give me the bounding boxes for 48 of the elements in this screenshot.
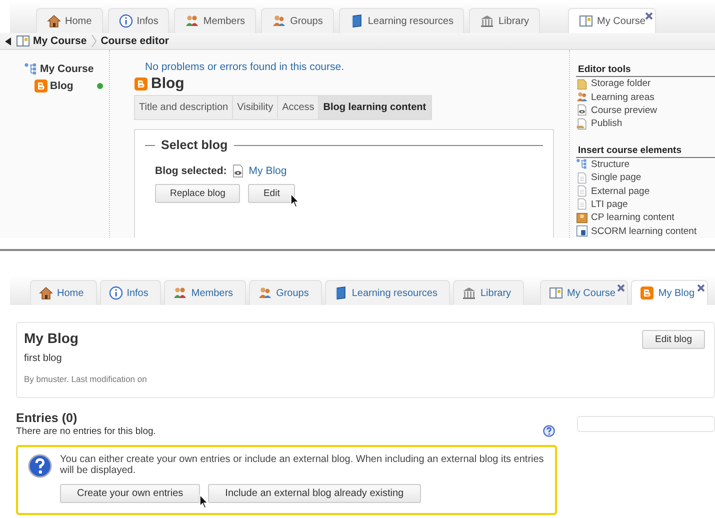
tab[interactable]: Title and description bbox=[135, 96, 234, 119]
sidebar-heading: Editor tools bbox=[576, 64, 715, 77]
fieldset-legend: Select blog bbox=[161, 138, 228, 152]
tab[interactable]: Members bbox=[174, 8, 256, 33]
tab[interactable]: Learning resources bbox=[324, 280, 450, 305]
edit-blog-button[interactable]: Edit blog bbox=[642, 330, 705, 349]
empty-message: There are no entries for this blog. bbox=[16, 426, 156, 436]
tab[interactable]: Infos bbox=[108, 8, 170, 33]
sidebar-item[interactable]: Learning areas bbox=[576, 90, 715, 104]
sidebar-item[interactable]: Course preview bbox=[576, 104, 715, 118]
sidebar-item[interactable]: External page bbox=[576, 184, 715, 198]
tab[interactable]: Home bbox=[36, 8, 103, 33]
blog-link[interactable]: My Blog bbox=[248, 165, 287, 177]
breadcrumb-link[interactable]: My Course bbox=[16, 34, 87, 48]
tab[interactable]: Learning resources bbox=[338, 8, 464, 33]
sidebar-item[interactable]: LTI page bbox=[576, 198, 715, 212]
tab[interactable]: Blog learning content bbox=[319, 96, 432, 119]
tab[interactable]: Groups bbox=[261, 8, 334, 33]
button[interactable]: Replace blog bbox=[155, 184, 240, 203]
sidebar-heading: Insert course elements bbox=[576, 144, 715, 158]
tab[interactable]: Infos bbox=[100, 280, 162, 305]
tab[interactable]: Visibility bbox=[233, 96, 278, 119]
sidebar-item[interactable]: SCORM learning content bbox=[576, 224, 715, 238]
breadcrumb-link[interactable]: Course editor bbox=[100, 35, 169, 47]
tree-node[interactable]: Blog bbox=[34, 79, 74, 93]
tab[interactable]: Home bbox=[30, 280, 97, 305]
field-label: Blog selected: bbox=[155, 165, 227, 177]
sidebar-item[interactable]: CP learning content bbox=[576, 211, 715, 225]
tab[interactable]: Library bbox=[469, 8, 540, 33]
tab[interactable]: My Blog bbox=[631, 280, 708, 305]
status-message: No problems or errors found in this course. bbox=[144, 61, 346, 73]
tab[interactable]: Members bbox=[164, 280, 246, 305]
blog-description: first blog bbox=[24, 353, 63, 364]
tab[interactable]: My Course bbox=[568, 8, 656, 33]
entries-heading: Entries (0) bbox=[16, 411, 78, 425]
tab[interactable]: My Course bbox=[540, 280, 628, 305]
element-title: Blog bbox=[151, 75, 184, 92]
sidebar-item[interactable]: Publish bbox=[576, 117, 715, 131]
sidebar-item[interactable]: Storage folder bbox=[576, 77, 715, 90]
tree-node[interactable]: My Course bbox=[24, 62, 109, 76]
tab[interactable]: Groups bbox=[249, 280, 322, 305]
info-text: You can either create your own entries or include an external blog. When including an external blog its entries will be displayed. bbox=[60, 454, 545, 476]
blog-title: My Blog bbox=[24, 330, 80, 346]
blog-meta: By bmuster. Last modification on bbox=[24, 374, 148, 384]
button[interactable]: Include an external blog already existing bbox=[208, 484, 421, 503]
sidebar-item[interactable]: Single page bbox=[576, 170, 715, 184]
tab[interactable]: Library bbox=[453, 280, 524, 305]
sidebar-item[interactable]: Structure bbox=[576, 158, 715, 171]
